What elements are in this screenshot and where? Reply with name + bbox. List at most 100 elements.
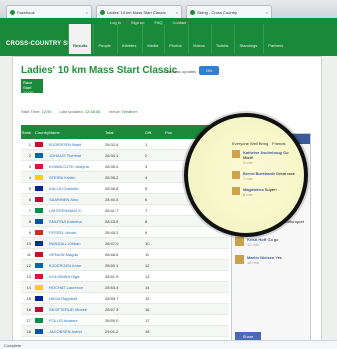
nav-photos[interactable]: Photos <box>164 24 185 54</box>
row-athlete-name[interactable]: FOLLIS Arianna <box>49 318 105 323</box>
row-rank: 5 <box>28 185 31 191</box>
magnified-time: 8 min <box>243 192 253 197</box>
info-last-updated: Last updated: 12:48:56 <box>59 109 101 114</box>
table-row[interactable]: 18 JACOBSEN Astrid 29:01.2 18 <box>21 326 229 337</box>
row-athlete-name[interactable]: JOHAUG Therese <box>49 153 105 158</box>
header-name[interactable]: Name <box>49 130 105 135</box>
auto-update-toggle[interactable]: ON <box>199 66 219 75</box>
row-position: 10 <box>145 240 150 246</box>
avatar[interactable] <box>235 255 244 264</box>
row-athlete-name[interactable]: KOWALCZYK Justyna <box>49 164 105 169</box>
nav-media[interactable]: Media <box>142 24 162 54</box>
row-position: 18 <box>145 328 150 334</box>
country-flag-icon <box>35 262 43 268</box>
row-athlete-name[interactable]: BJOERGEN Anne <box>49 263 105 268</box>
country-flag-icon <box>35 317 43 323</box>
browser-tab-3[interactable]: Skiing - Cross Country × <box>186 5 272 18</box>
row-total-time: 28:55.7 <box>105 295 119 301</box>
row-athlete-name[interactable]: GENUIN Magda <box>49 252 105 257</box>
close-icon[interactable]: × <box>266 10 268 15</box>
row-total-time: 28:32.4 <box>105 141 119 147</box>
table-row[interactable]: 12 BJOERGEN Anne 28:50.1 12 <box>21 260 229 271</box>
close-icon[interactable]: × <box>86 10 88 15</box>
row-rank: 13 <box>26 273 31 279</box>
nav-partners[interactable]: Partners <box>263 24 287 54</box>
header-pos[interactable]: Pos <box>165 130 172 135</box>
table-row[interactable]: 15 HAGA Ragnhild 28:55.7 15 <box>21 293 229 304</box>
row-rank: 11 <box>26 251 31 257</box>
row-athlete-name[interactable]: BJOERGEN Marit <box>49 142 105 147</box>
row-position: 9 <box>145 229 148 235</box>
page-title: Ladies' 10 km Mass Start Classic <box>21 65 178 76</box>
nav-results[interactable]: Results <box>68 24 92 54</box>
row-athlete-name[interactable]: RANDALL Kikkan <box>49 241 105 246</box>
magnified-tab-friends: Friends <box>272 141 286 146</box>
header-rank[interactable]: Rank <box>21 130 35 135</box>
site-favicon-icon <box>190 9 195 15</box>
row-athlete-name[interactable]: STEIRA Kristin <box>49 175 105 180</box>
avatar[interactable] <box>235 237 244 246</box>
row-position: 12 <box>145 262 150 268</box>
row-position: 4 <box>145 174 148 180</box>
row-athlete-name[interactable]: ROCHAT Laurence <box>49 285 105 290</box>
row-athlete-name[interactable]: HAGA Ragnhild <box>49 296 105 301</box>
facebook-feed-item[interactable]: Martin Nielsen Yes 14 min <box>232 251 310 269</box>
table-row[interactable]: 17 FOLLIS Arianna 28:59.0 17 <box>21 315 229 326</box>
country-flag-icon <box>35 185 43 191</box>
row-rank: 8 <box>28 218 31 224</box>
header-country[interactable]: Country <box>35 130 49 135</box>
table-row[interactable]: 11 GENUIN Magda 28:48.6 11 <box>21 249 229 260</box>
country-flag-icon <box>35 273 43 279</box>
nav-videos[interactable]: Videos <box>187 24 209 54</box>
table-row[interactable]: 9 FESSEL Nicole 28:45.2 9 <box>21 227 229 238</box>
info-start-time: Start Time: 12:00 <box>21 109 52 114</box>
header-diff[interactable]: Diff. <box>145 130 165 135</box>
feed-item-text: Go go <box>267 237 279 242</box>
status-bar: Complete <box>0 340 337 349</box>
row-athlete-name[interactable]: SKOFTERUD Vibeke <box>49 307 105 312</box>
row-position: 14 <box>145 284 150 290</box>
country-flag-icon <box>35 240 43 246</box>
row-position: 1 <box>145 141 148 147</box>
row-athlete-name[interactable]: JACOBSEN Astrid <box>49 329 105 334</box>
facebook-share-button[interactable]: Share <box>235 332 261 340</box>
row-athlete-name[interactable]: LAHTEENMAKI K. <box>49 208 105 213</box>
facebook-favicon-icon <box>10 9 15 15</box>
row-athlete-name[interactable]: KALLA Charlotte <box>49 186 105 191</box>
site-favicon-icon <box>100 9 105 15</box>
browser-tab-bar: Facebook × Ladies' 10 km Mass Start Clas… <box>0 0 337 18</box>
table-row[interactable]: 13 KOLOMINA Olga 28:51.9 13 <box>21 271 229 282</box>
browser-tab-1[interactable]: Facebook × <box>6 5 92 18</box>
table-row[interactable]: 10 RANDALL Kikkan 28:47.0 10 <box>21 238 229 249</box>
nav-people[interactable]: People <box>93 24 114 54</box>
nav-tickets[interactable]: Tickets <box>210 24 233 54</box>
row-rank: 7 <box>28 207 31 213</box>
row-athlete-name[interactable]: SAARINEN Aino <box>49 197 105 202</box>
row-rank: 1 <box>28 141 31 147</box>
row-athlete-name[interactable]: FESSEL Nicole <box>49 230 105 235</box>
main-nav: Results People Athletes Media Photos Vid… <box>68 24 287 54</box>
browser-tab-2[interactable]: Ladies' 10 km Mass Start Classic × <box>96 5 182 18</box>
row-athlete-name[interactable]: KOLOMINA Olga <box>49 274 105 279</box>
race-start-badge: Race Start 12:00 <box>21 79 43 95</box>
country-flag-icon <box>35 229 43 235</box>
nav-athletes[interactable]: Athletes <box>116 24 140 54</box>
close-icon[interactable]: × <box>176 10 178 15</box>
table-row[interactable]: 8 SMUTNA Katerina 28:43.9 8 <box>21 216 229 227</box>
country-flag-icon <box>35 141 43 147</box>
feed-item-time: 12 min <box>247 242 260 247</box>
magnified-item: Magdalena Super! 8 min <box>232 187 296 197</box>
country-flag-icon <box>35 218 43 224</box>
row-athlete-name[interactable]: SMUTNA Katerina <box>49 219 105 224</box>
table-row[interactable]: 16 SKOFTERUD Vibeke 28:57.3 16 <box>21 304 229 315</box>
nav-standings[interactable]: Standings <box>234 24 261 54</box>
table-row[interactable]: 14 ROCHAT Laurence 28:53.4 14 <box>21 282 229 293</box>
info-venue: Venue: Weather <box>108 109 138 114</box>
auto-update-label: Automatic updates <box>163 69 197 74</box>
row-total-time: 28:47.0 <box>105 240 119 246</box>
row-rank: 10 <box>26 240 31 246</box>
row-total-time: 28:53.4 <box>105 284 119 290</box>
header-total[interactable]: Total <box>105 130 145 135</box>
row-total-time: 29:01.2 <box>105 328 119 334</box>
country-flag-icon <box>35 295 43 301</box>
